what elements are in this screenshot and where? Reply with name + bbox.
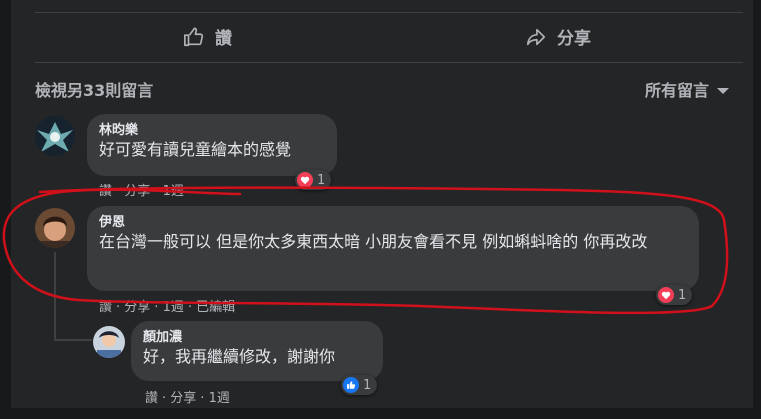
annotation-circle [2, 186, 729, 315]
